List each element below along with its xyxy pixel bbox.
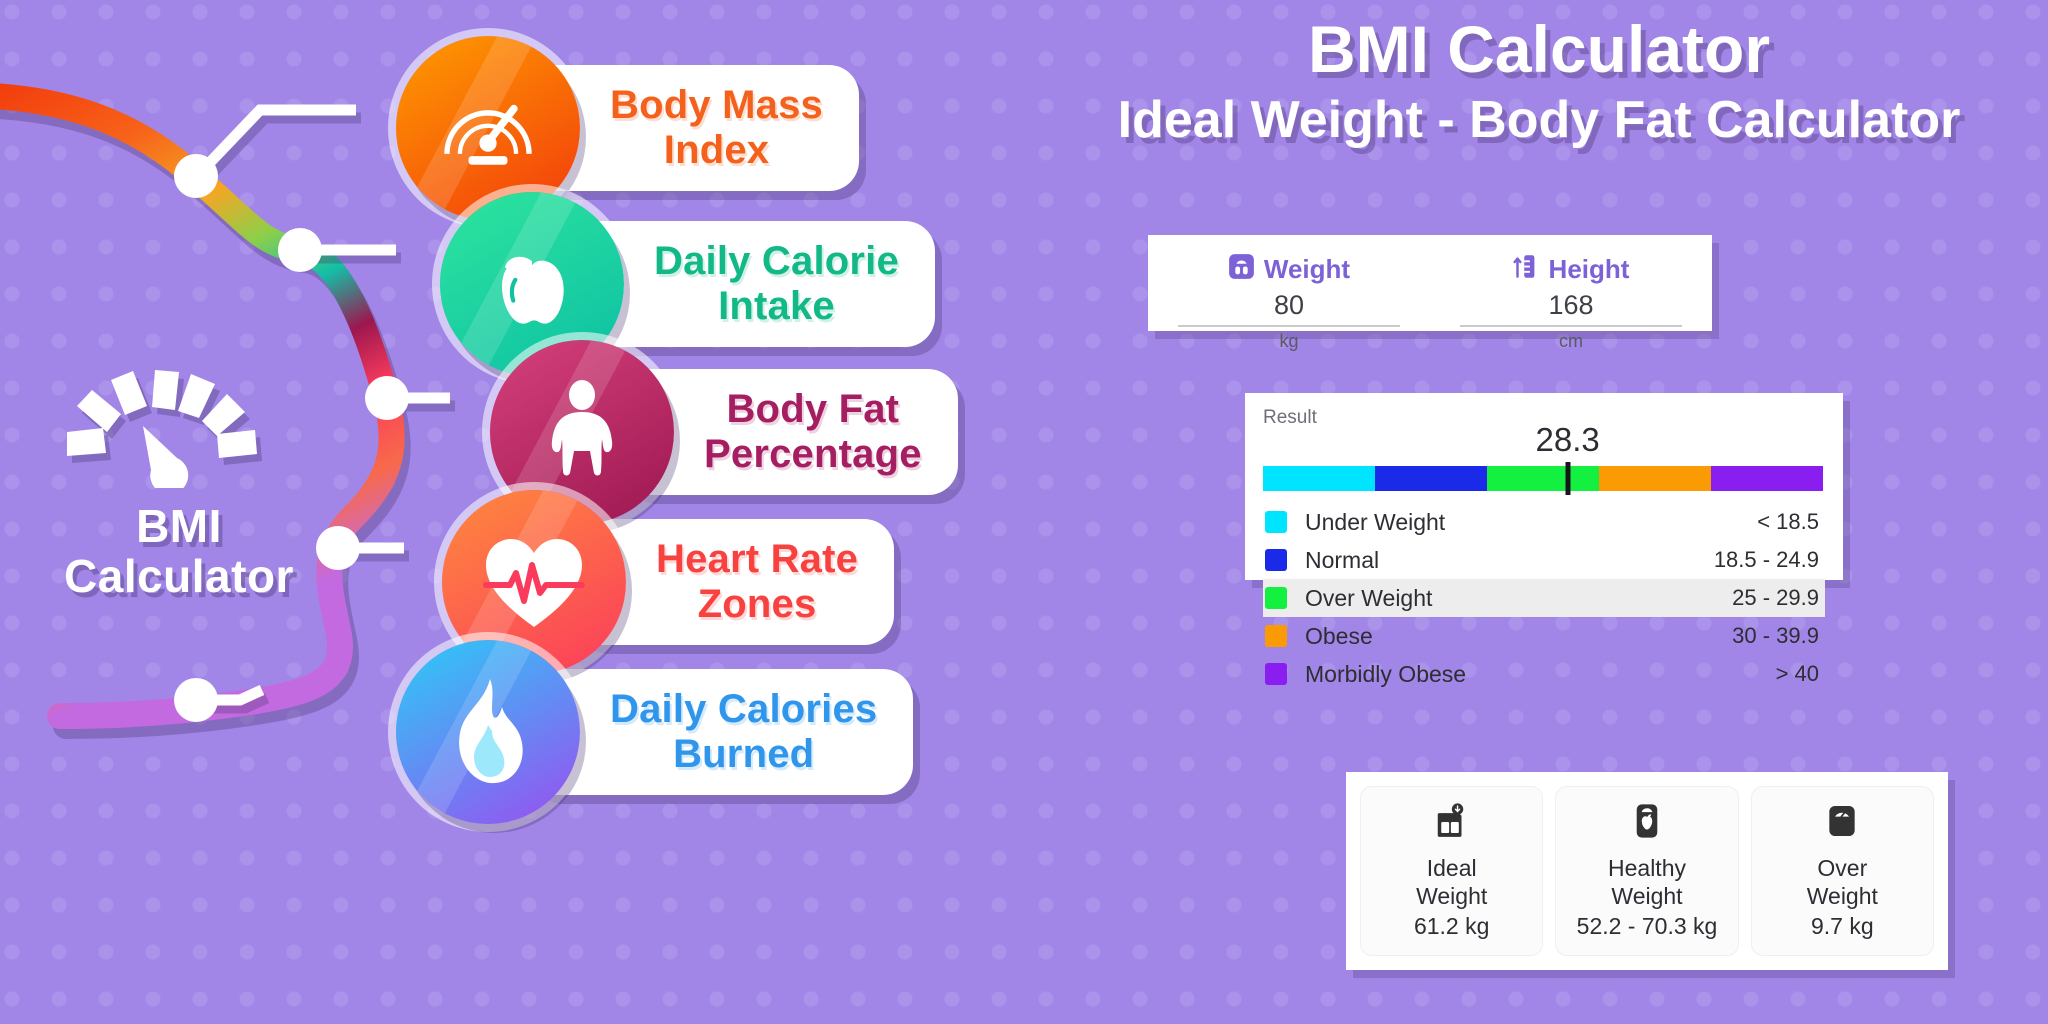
bmi-category-row[interactable]: Normal 18.5 - 24.9 bbox=[1263, 541, 1825, 579]
weight-label: Weight bbox=[1263, 253, 1351, 284]
category-range: > 40 bbox=[1775, 661, 1819, 686]
bmi-scale-segment bbox=[1263, 466, 1375, 491]
app-preview-section: BMI Calculator Ideal Weight - Body Fat C… bbox=[1030, 0, 2048, 1024]
category-range: 30 - 39.9 bbox=[1732, 623, 1819, 648]
bmi-scale-segment bbox=[1711, 466, 1823, 491]
category-color-swatch bbox=[1265, 663, 1287, 685]
stat-title-line1: Over bbox=[1817, 855, 1868, 882]
feature-label-line2: Intake bbox=[718, 284, 835, 328]
category-color-swatch bbox=[1265, 587, 1287, 609]
brand-title-line1: BMI bbox=[136, 500, 222, 552]
feature-label-line2: Burned bbox=[673, 732, 815, 776]
stat-card-over-weight[interactable]: Over Weight 9.7 kg bbox=[1750, 786, 1934, 956]
weight-field-header: Weight bbox=[1174, 253, 1404, 285]
category-name: Under Weight bbox=[1305, 508, 1446, 535]
category-name: Normal bbox=[1305, 546, 1380, 573]
ruler-height-icon bbox=[1512, 253, 1540, 285]
feature-label-line1: Daily Calorie bbox=[654, 239, 899, 284]
stat-title-line2: Weight bbox=[1611, 882, 1683, 909]
height-input[interactable]: 168 bbox=[1456, 290, 1686, 325]
stat-title: Ideal Weight bbox=[1416, 855, 1487, 909]
flame-icon bbox=[396, 640, 580, 824]
feature-label-line1: Body Fat bbox=[726, 387, 900, 432]
weight-field-group[interactable]: Weight 80 kg bbox=[1148, 235, 1430, 351]
height-underline bbox=[1460, 325, 1682, 327]
bmi-scale-marker bbox=[1565, 462, 1571, 495]
bmi-scale-segment bbox=[1599, 466, 1711, 491]
stat-title-line1: Healthy bbox=[1608, 855, 1686, 882]
height-unit: cm bbox=[1559, 331, 1583, 351]
brand-title-line2: Calculator bbox=[64, 549, 294, 602]
category-range: 18.5 - 24.9 bbox=[1713, 547, 1819, 572]
bmi-scale-segment bbox=[1375, 466, 1487, 491]
category-name: Morbidly Obese bbox=[1305, 660, 1467, 687]
stat-title: Healthy Weight bbox=[1608, 855, 1686, 909]
stat-title-line2: Weight bbox=[1416, 882, 1488, 909]
category-range: 25 - 29.9 bbox=[1732, 585, 1819, 610]
measurement-input-card: Weight 80 kg Height 168 cm bbox=[1148, 235, 1712, 351]
feature-label-line2: Percentage bbox=[704, 432, 922, 476]
feature-label-line1: Daily Calories bbox=[610, 687, 878, 732]
bmi-value: 28.3 bbox=[1535, 421, 1600, 458]
page-title: BMI Calculator bbox=[1307, 12, 1771, 86]
height-field-header: Height bbox=[1456, 253, 1686, 285]
mindmap-section: BMI Calculator Body Mass Index Daily Cal… bbox=[0, 0, 1030, 1024]
bmi-category-list: Under Weight < 18.5 Normal 18.5 - 24.9 Over … bbox=[1263, 503, 1825, 693]
category-color-swatch bbox=[1265, 511, 1287, 533]
stat-card-ideal-weight[interactable]: Ideal Weight 61.2 kg bbox=[1360, 786, 1544, 956]
bmi-scale-segment bbox=[1487, 466, 1599, 491]
stat-value: 9.7 kg bbox=[1810, 912, 1874, 939]
stat-title-line2: Weight bbox=[1806, 882, 1878, 909]
weight-underline bbox=[1178, 325, 1400, 327]
bmi-scale-bar bbox=[1263, 466, 1823, 491]
weight-unit: kg bbox=[1279, 331, 1299, 351]
feature-label-line2: Index bbox=[663, 128, 770, 172]
infographic-canvas: BMI Calculator Body Mass Index Daily Cal… bbox=[0, 0, 2048, 1024]
speedometer-gauge-icon bbox=[59, 370, 299, 495]
category-color-swatch bbox=[1265, 625, 1287, 647]
brand-logo: BMI Calculator bbox=[14, 370, 344, 601]
bmi-category-row[interactable]: Under Weight < 18.5 bbox=[1263, 503, 1825, 541]
page-subtitle: Ideal Weight - Body Fat Calculator bbox=[1117, 91, 1961, 149]
weighing-scale-icon bbox=[1823, 802, 1861, 845]
feature-label-line1: Body Mass bbox=[610, 83, 823, 128]
bmi-category-row[interactable]: Morbidly Obese > 40 bbox=[1263, 655, 1825, 693]
weight-input[interactable]: 80 bbox=[1174, 290, 1404, 325]
category-name: Obese bbox=[1305, 622, 1373, 649]
height-label: Height bbox=[1548, 253, 1630, 284]
feature-label-line1: Heart Rate bbox=[656, 537, 859, 582]
height-field-group[interactable]: Height 168 cm bbox=[1430, 235, 1712, 351]
category-color-swatch bbox=[1265, 549, 1287, 571]
stat-value: 61.2 kg bbox=[1413, 912, 1490, 939]
bmi-category-row[interactable]: Over Weight 25 - 29.9 bbox=[1263, 579, 1825, 617]
feature-pill[interactable]: Daily Calories Burned bbox=[526, 669, 914, 795]
bathroom-scale-icon bbox=[1228, 253, 1255, 285]
stat-value: 52.2 - 70.3 kg bbox=[1576, 912, 1718, 939]
bmi-result-card: Result 28.3 Under Weight < 18.5 Normal 18.5… bbox=[1245, 393, 1843, 687]
stat-title-line1: Ideal bbox=[1426, 855, 1477, 882]
category-range: < 18.5 bbox=[1757, 509, 1819, 534]
bmi-category-row[interactable]: Obese 30 - 39.9 bbox=[1263, 617, 1825, 655]
category-name: Over Weight bbox=[1305, 584, 1433, 611]
stat-title: Over Weight bbox=[1807, 855, 1878, 909]
feature-label-line2: Zones bbox=[697, 582, 817, 626]
feature-item-daily-calories-burned[interactable]: Daily Calories Burned bbox=[396, 640, 914, 824]
ideal-weight-scale-icon bbox=[1433, 802, 1471, 845]
feature-pill[interactable]: Daily Calorie Intake bbox=[570, 221, 935, 347]
stat-card-healthy-weight[interactable]: Healthy Weight 52.2 - 70.3 kg bbox=[1555, 786, 1739, 956]
header: BMI Calculator Ideal Weight - Body Fat C… bbox=[1030, 16, 2048, 146]
weight-summary-card: Ideal Weight 61.2 kg Healthy Weight 52.2… bbox=[1346, 772, 1948, 970]
healthy-weight-apple-icon bbox=[1628, 802, 1666, 845]
